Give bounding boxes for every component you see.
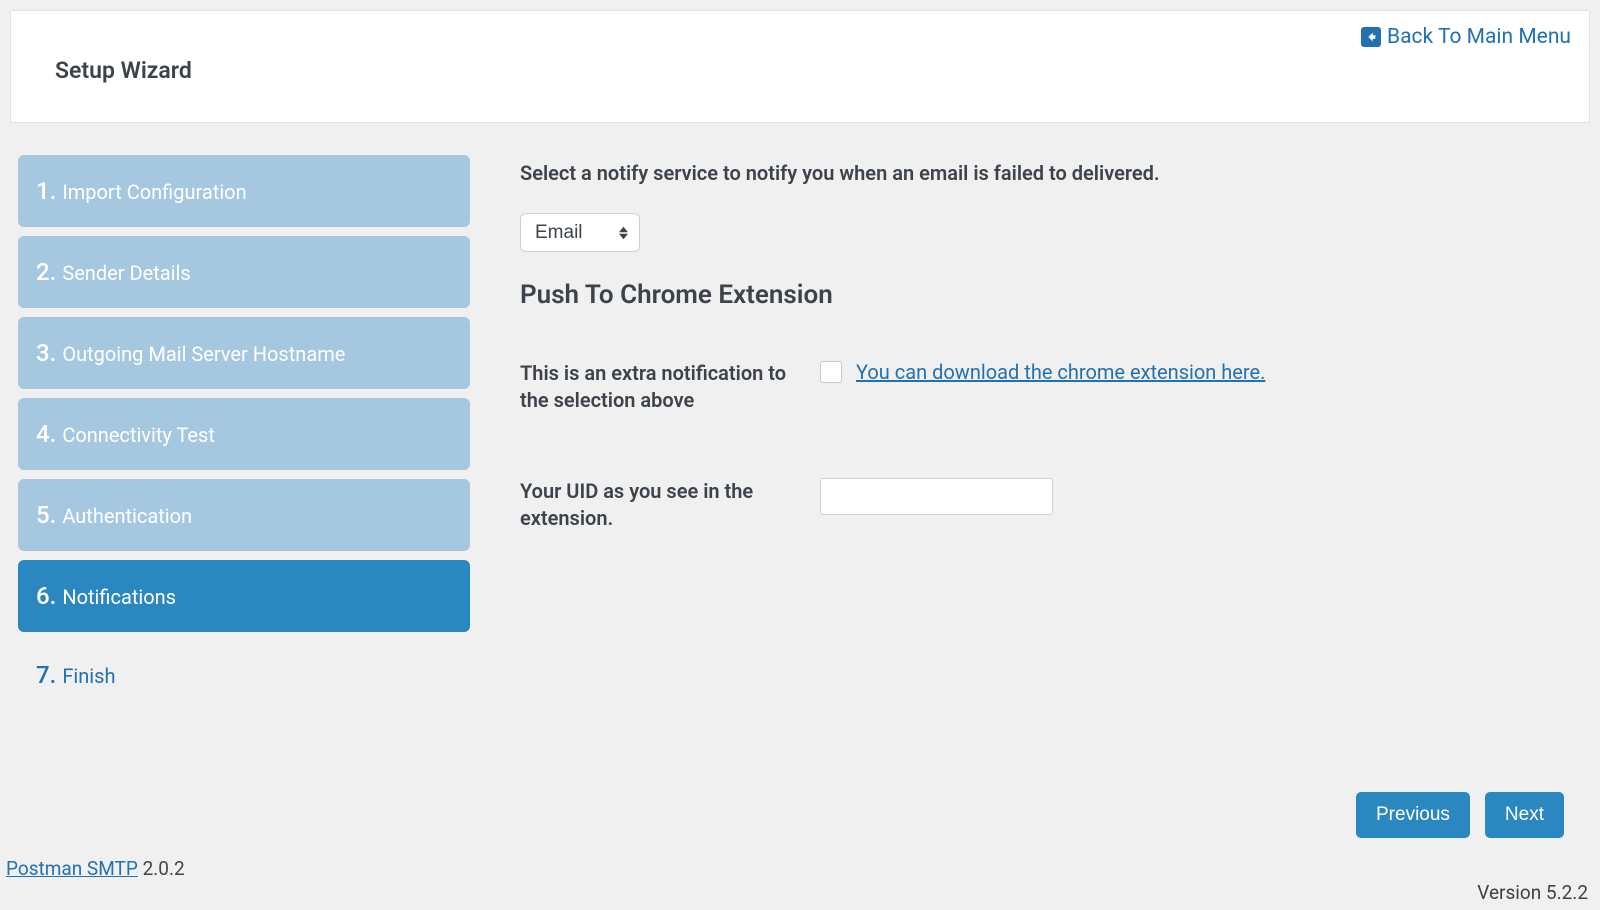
step-label: Import Configuration [62, 180, 246, 204]
step-finish[interactable]: 7. Finish [18, 641, 470, 709]
notify-service-select[interactable]: Email [520, 213, 640, 252]
section-title: Push To Chrome Extension [520, 280, 1560, 310]
extra-notification-controls: You can download the chrome extension he… [820, 360, 1560, 384]
step-number: 3. [36, 339, 56, 367]
header-card: Back To Main Menu Setup Wizard [10, 10, 1590, 123]
download-chrome-extension-link[interactable]: You can download the chrome extension he… [856, 360, 1265, 384]
back-to-main-menu-link[interactable]: Back To Main Menu [1361, 25, 1571, 49]
step-number: 6. [36, 582, 56, 610]
step-label: Sender Details [62, 261, 190, 285]
footer-left: Postman SMTP 2.0.2 [6, 857, 185, 880]
step-authentication[interactable]: 5. Authentication [18, 479, 470, 551]
wizard-steps-sidebar: 1. Import Configuration 2. Sender Detail… [10, 155, 470, 718]
step-label: Outgoing Mail Server Hostname [62, 342, 345, 366]
notify-service-select-wrap: Email [520, 213, 640, 252]
postman-smtp-link[interactable]: Postman SMTP [6, 857, 138, 880]
nav-buttons: Previous Next [1356, 792, 1564, 838]
next-button[interactable]: Next [1485, 792, 1564, 838]
uid-controls [820, 478, 1560, 515]
step-number: 5. [36, 501, 56, 529]
step-outgoing-mail-server-hostname[interactable]: 3. Outgoing Mail Server Hostname [18, 317, 470, 389]
page-title: Setup Wizard [55, 57, 1567, 84]
uid-row: Your UID as you see in the extension. [520, 478, 1560, 532]
wp-version: Version 5.2.2 [1477, 881, 1588, 904]
step-notifications[interactable]: 6. Notifications [18, 560, 470, 632]
content-wrap: 1. Import Configuration 2. Sender Detail… [0, 133, 1600, 718]
step-number: 7. [36, 661, 56, 689]
extra-notification-checkbox[interactable] [820, 361, 842, 383]
previous-button[interactable]: Previous [1356, 792, 1470, 838]
back-link-label: Back To Main Menu [1387, 25, 1571, 49]
step-import-configuration[interactable]: 1. Import Configuration [18, 155, 470, 227]
step-label: Notifications [62, 585, 176, 609]
uid-label: Your UID as you see in the extension. [520, 478, 820, 532]
step-number: 4. [36, 420, 56, 448]
main-panel: Select a notify service to notify you wh… [520, 155, 1590, 718]
step-number: 2. [36, 258, 56, 286]
step-sender-details[interactable]: 2. Sender Details [18, 236, 470, 308]
extra-notification-label: This is an extra notification to the sel… [520, 360, 820, 414]
step-connectivity-test[interactable]: 4. Connectivity Test [18, 398, 470, 470]
step-label: Authentication [62, 504, 192, 528]
step-label: Connectivity Test [62, 423, 215, 447]
extra-notification-row: This is an extra notification to the sel… [520, 360, 1560, 414]
uid-input[interactable] [820, 478, 1053, 515]
step-number: 1. [36, 177, 56, 205]
step-label: Finish [62, 664, 115, 688]
arrow-left-icon [1361, 27, 1381, 47]
instruction-text: Select a notify service to notify you wh… [520, 161, 1560, 185]
product-version: 2.0.2 [138, 857, 185, 880]
